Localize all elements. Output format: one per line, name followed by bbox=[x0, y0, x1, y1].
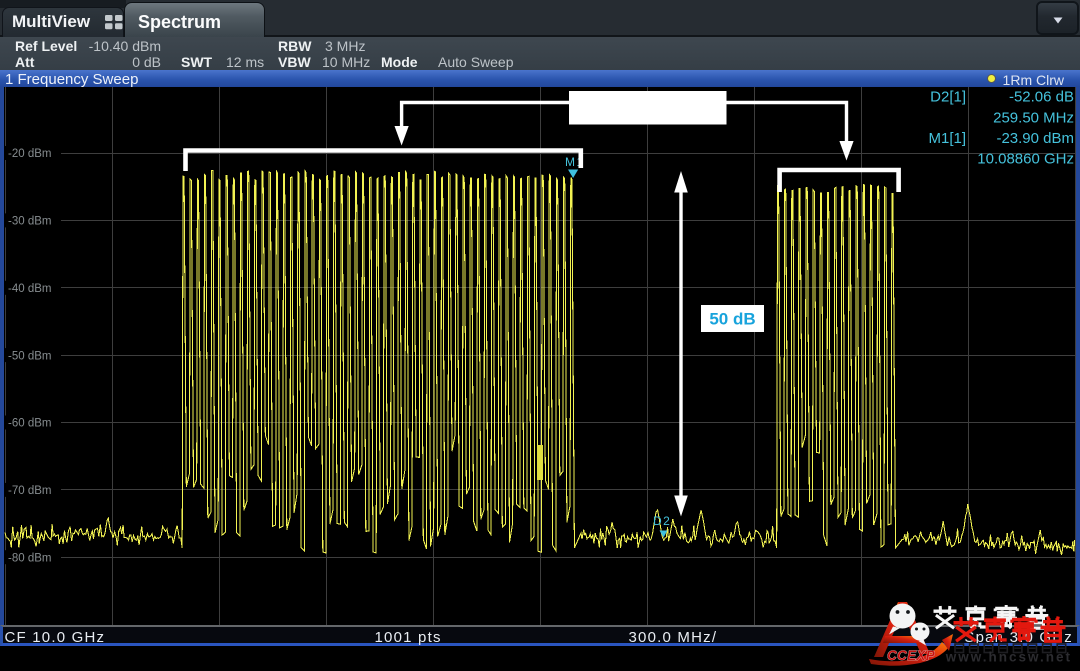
svg-text:-40 dBm: -40 dBm bbox=[8, 283, 51, 295]
svg-text:-23.90 dBm: -23.90 dBm bbox=[996, 130, 1074, 147]
svg-text:-50 dBm: -50 dBm bbox=[8, 350, 51, 362]
svg-text:-20 dBm: -20 dBm bbox=[8, 148, 51, 160]
svg-text:M1[1]: M1[1] bbox=[928, 130, 966, 147]
svg-text:10.08860 GHz: 10.08860 GHz bbox=[977, 151, 1074, 168]
svg-text:D2[1]: D2[1] bbox=[930, 89, 966, 106]
svg-text:-30 dBm: -30 dBm bbox=[8, 216, 51, 228]
svg-text:50 dB: 50 dB bbox=[709, 310, 755, 329]
svg-text:www.hncsw.net: www.hncsw.net bbox=[945, 650, 1072, 665]
svg-text:-60 dBm: -60 dBm bbox=[8, 418, 51, 430]
svg-text:-52.06 dB: -52.06 dB bbox=[1009, 89, 1074, 106]
svg-text:-70 dBm: -70 dBm bbox=[8, 485, 51, 497]
svg-text:CCEXP: CCEXP bbox=[887, 648, 936, 663]
svg-text:-80 dBm: -80 dBm bbox=[8, 552, 51, 564]
svg-text:D2: D2 bbox=[653, 514, 671, 528]
svg-text:259.50 MHz: 259.50 MHz bbox=[993, 110, 1074, 127]
